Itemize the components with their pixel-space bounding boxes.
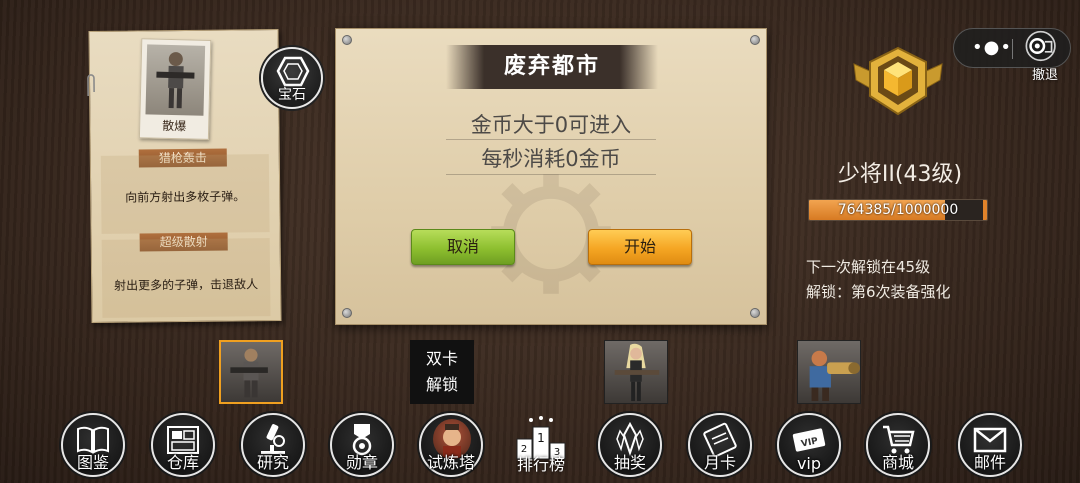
nav-shop-label: 商城	[881, 453, 914, 472]
nav-warehouse-button[interactable]: 仓库	[151, 413, 215, 477]
hero-name: 散爆	[162, 118, 187, 134]
more-dots-icon[interactable]: •●•	[972, 37, 1012, 58]
skill1-desc: 向前方射出多枚子弹。	[125, 189, 246, 205]
hero-photo: 散爆	[138, 38, 212, 140]
nav-leaderboard-button[interactable]: 2 1 3 排行榜	[509, 413, 573, 477]
skill-card: 散爆 猎枪轰击 向前方射出多枚子弹。 超级散射 射出更多的子弹，击退敌人	[87, 29, 282, 323]
nav-vip-button[interactable]: VIP vip	[777, 413, 841, 477]
nav-codex-button[interactable]: 图鉴	[61, 413, 125, 477]
nav-medal-button[interactable]: 勋章	[330, 413, 394, 477]
shotgunner-portrait	[230, 348, 268, 398]
character-slot-gunner-girl[interactable]	[604, 340, 668, 404]
start-button[interactable]: 开始	[588, 229, 692, 265]
retreat-button[interactable]: 撤退	[1020, 30, 1070, 83]
divider	[1012, 39, 1013, 59]
nav-monthly-card-label: 月卡	[703, 453, 736, 472]
nav-codex-label: 图鉴	[76, 453, 109, 472]
entry-requirement: 金币大于0可进入	[470, 113, 632, 137]
nav-vip-label: vip	[796, 454, 822, 473]
retreat-label: 撤退	[1031, 68, 1058, 83]
level-dialog: 废弃都市 金币大于0可进入 每秒消耗0金币 取消 开始	[335, 28, 767, 325]
character-slot-shotgunner[interactable]	[219, 340, 283, 404]
character-slot-cannoneer[interactable]	[797, 340, 861, 404]
cancel-button[interactable]: 取消	[411, 229, 515, 265]
locked-line2: 解锁	[425, 375, 458, 394]
gunner-girl-portrait	[614, 343, 660, 402]
character-slot-locked[interactable]: 双卡 解锁	[410, 340, 474, 404]
cannoneer-portrait	[809, 350, 860, 402]
paperclip-icon	[87, 74, 95, 97]
xp-text: 764385/1000000	[837, 202, 959, 218]
rank-badge-icon	[853, 46, 943, 116]
separator	[446, 174, 656, 175]
rank-title: 少将II(43级)	[837, 162, 963, 187]
nav-mail-button[interactable]: 邮件	[958, 413, 1022, 477]
nav-lottery-button[interactable]: 抽奖	[598, 413, 662, 477]
vip-card-icon: VIP	[792, 428, 826, 452]
nav-shop-button[interactable]: 商城	[866, 413, 930, 477]
rivet	[750, 35, 760, 45]
gem-label: 宝石	[278, 87, 306, 103]
coin-consumption: 每秒消耗0金币	[481, 147, 621, 171]
dialog-title: 废弃都市	[446, 45, 658, 89]
game-screen: 散爆 猎枪轰击 向前方射出多枚子弹。 超级散射 射出更多的子弹，击退敌人 宝石	[0, 0, 1080, 483]
nav-monthly-card-button[interactable]: 月卡	[688, 413, 752, 477]
gem-button[interactable]: 宝石	[261, 47, 323, 109]
nav-trial-tower-button[interactable]: 试炼塔	[419, 413, 483, 477]
rivet	[750, 308, 760, 318]
xp-progress-bar: 764385/1000000	[808, 199, 988, 221]
nav-leaderboard-label: 排行榜	[516, 455, 565, 474]
rivet	[342, 308, 352, 318]
nav-mail-label: 邮件	[973, 453, 1006, 472]
nav-medal-label: 勋章	[345, 453, 378, 472]
nav-trial-tower-label: 试炼塔	[426, 453, 475, 472]
podium-first: 1	[537, 431, 545, 445]
nav-research-button[interactable]: 研究	[241, 413, 305, 477]
nav-lottery-label: 抽奖	[613, 453, 646, 472]
nav-warehouse-label: 仓库	[166, 453, 199, 472]
next-unlock-text: 下一次解锁在45级	[806, 258, 931, 276]
hero-portrait	[145, 44, 206, 116]
nav-research-label: 研究	[256, 453, 289, 472]
separator	[446, 139, 656, 140]
rivet	[342, 35, 352, 45]
unlock-reward-text: 解锁：第6次装备强化	[806, 283, 951, 301]
skill2-desc: 射出更多的子弹，击退敌人	[114, 277, 259, 293]
locked-line1: 双卡	[425, 349, 458, 368]
